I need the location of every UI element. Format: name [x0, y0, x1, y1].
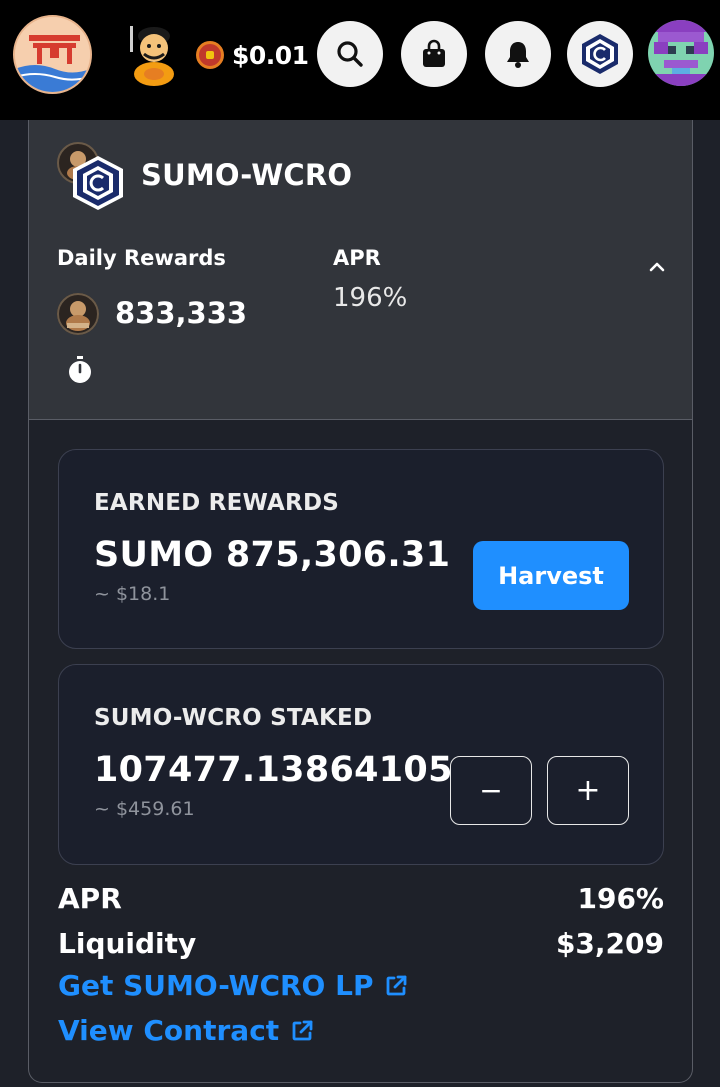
- stake-button[interactable]: +: [547, 756, 629, 825]
- harvest-button[interactable]: Harvest: [473, 541, 629, 610]
- pair-title: SUMO-WCRO: [141, 158, 353, 192]
- site-logo[interactable]: [13, 15, 92, 94]
- token-price[interactable]: $0.01: [196, 38, 309, 72]
- stat-value: $3,209: [555, 926, 664, 960]
- staked-card: SUMO-WCRO STAKED 107477.13864105 ~ $459.…: [58, 664, 664, 865]
- stat-label: Liquidity: [58, 926, 197, 960]
- sumo-token-icon: [57, 293, 99, 335]
- bell-icon: [507, 42, 529, 68]
- search-button[interactable]: [317, 21, 383, 87]
- view-contract-link[interactable]: View Contract: [58, 1014, 313, 1047]
- bag-icon: [423, 39, 445, 67]
- daily-rewards-value: 833,333: [115, 296, 248, 330]
- top-nav: $0.01: [0, 0, 720, 120]
- farm-panel: SUMO-WCRO Daily Rewards APR 196% 833,333…: [28, 120, 693, 1083]
- view-contract-label: View Contract: [58, 1014, 280, 1047]
- stat-label: APR: [58, 881, 122, 915]
- external-link-icon: [292, 1020, 313, 1040]
- earned-rewards-title: EARNED REWARDS: [94, 490, 340, 516]
- apr-label: APR: [333, 246, 381, 270]
- get-lp-label: Get SUMO-WCRO LP: [58, 969, 374, 1002]
- daily-rewards-label: Daily Rewards: [57, 246, 226, 270]
- get-lp-link[interactable]: Get SUMO-WCRO LP: [58, 969, 407, 1002]
- token-price-value: $0.01: [232, 40, 309, 70]
- stopwatch-icon: [69, 356, 91, 383]
- earned-rewards-amount: SUMO 875,306.31: [94, 535, 451, 575]
- apr-value: 196%: [333, 283, 408, 313]
- unstake-button[interactable]: −: [450, 756, 532, 825]
- avatar[interactable]: [648, 20, 714, 86]
- network-button[interactable]: [567, 21, 633, 87]
- plus-icon: +: [575, 773, 601, 808]
- mascot-icon: [122, 22, 182, 86]
- staked-title: SUMO-WCRO STAKED: [94, 705, 373, 731]
- stat-value: 196%: [577, 881, 664, 915]
- search-icon: [337, 41, 363, 67]
- staked-amount: 107477.13864105: [94, 750, 453, 790]
- earned-rewards-usd: ~ $18.1: [94, 583, 171, 605]
- farm-header[interactable]: SUMO-WCRO Daily Rewards APR 196% 833,333: [29, 120, 692, 420]
- pair-icons: [57, 142, 127, 214]
- stat-row-apr: APR 196%: [58, 878, 664, 918]
- external-link-icon: [387, 975, 407, 995]
- notifications-button[interactable]: [485, 21, 551, 87]
- coin-icon: [196, 41, 224, 69]
- minus-icon: −: [479, 774, 503, 807]
- chevron-up-icon[interactable]: [649, 260, 665, 272]
- cronos-icon: [582, 34, 618, 74]
- earned-rewards-card: EARNED REWARDS SUMO 875,306.31 ~ $18.1 H…: [58, 449, 664, 649]
- stat-row-liquidity: Liquidity $3,209: [58, 923, 664, 963]
- bag-button[interactable]: [401, 21, 467, 87]
- cro-token-icon: [73, 156, 123, 210]
- staked-usd: ~ $459.61: [94, 798, 195, 820]
